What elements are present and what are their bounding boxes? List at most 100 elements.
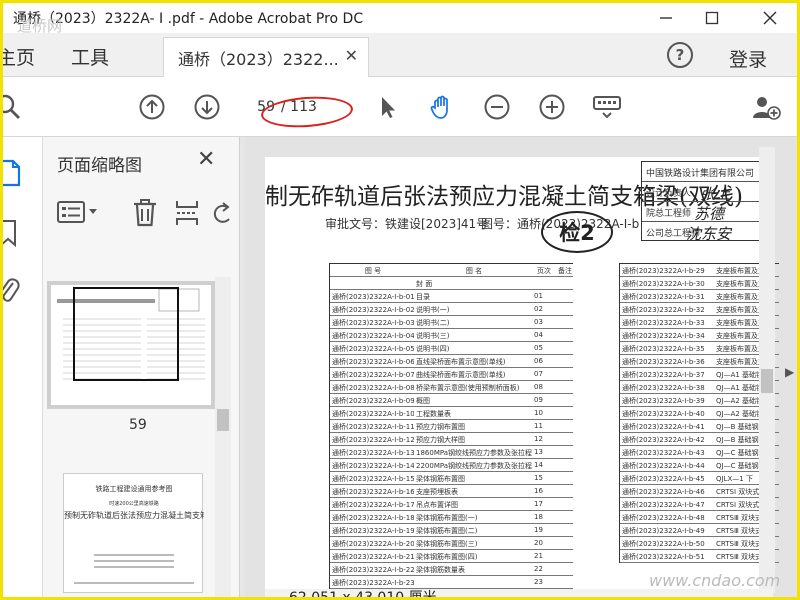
table-row: 通桥(2023)2322A-Ⅰ-b-08 桥梁布置示意图(使用预制桥面板) 08 (330, 381, 573, 394)
table-cell: 通桥(2023)2322A-Ⅰ-b-22 (332, 566, 414, 574)
table-cell: 说明书(二) (416, 319, 450, 327)
maximize-icon (705, 11, 719, 25)
table-cell: 通桥(2023)2322A-Ⅰ-b-32 (622, 306, 705, 314)
panel-scrollbar[interactable] (215, 277, 231, 597)
table-cell: 通桥(2023)2322A-Ⅰ-b-34 (622, 332, 705, 340)
zoom-in-icon[interactable] (539, 94, 565, 120)
table-row: 通桥(2023)2322A-Ⅰ-b-05 说明书(四) 05 (330, 342, 573, 355)
page-thumbnails-icon[interactable] (0, 159, 23, 187)
page-thumbnail-59[interactable] (47, 281, 215, 409)
thumbnail-page-number: 59 (129, 417, 147, 433)
table-cell: 页次 (537, 267, 551, 275)
table-cell: 14 (534, 461, 543, 469)
hand-tool-icon[interactable] (429, 94, 455, 120)
keyboard-icon[interactable] (593, 94, 621, 120)
maximize-button[interactable] (689, 3, 735, 33)
thumbnail-line-3: 预制无砟轨道后张法预应力混凝土简支箱梁(双线) (64, 511, 204, 520)
table-cell: 15 (534, 474, 543, 482)
thumbnail-line-1: 铁路工程建设通用参考图 (95, 485, 173, 493)
table-cell: 通桥(2023)2322A-Ⅰ-b-43 (622, 449, 705, 457)
table-cell: 通桥(2023)2322A-Ⅰ-b-08 (332, 384, 414, 392)
table-cell: 桥梁布置示意图(使用预制桥面板) (416, 384, 520, 392)
close-icon (763, 11, 777, 25)
table-row: 通桥(2023)2322A-Ⅰ-b-06 直线梁桥面布置示意图(单线) 06 (330, 355, 573, 368)
table-cell: 通桥(2023)2322A-Ⅰ-b-03 (332, 319, 414, 327)
table-row: 通桥(2023)2322A-Ⅰ-b-02 说明书(一) 02 (330, 303, 573, 316)
table-cell: 通桥(2023)2322A-Ⅰ-b-29 (622, 267, 705, 275)
table-cell: 通桥(2023)2322A-Ⅰ-b-16 (332, 488, 414, 496)
table-cell: 通桥(2023)2322A-Ⅰ-b-21 (332, 553, 414, 561)
help-button[interactable]: ? (667, 42, 693, 68)
table-row: 通桥(2023)2322A-Ⅰ-b-09 概图 09 (330, 394, 573, 407)
table-cell: 1860MPa钢绞线预应力参数及张拉程序表 (416, 449, 532, 457)
close-window-button[interactable] (747, 3, 793, 33)
table-row: 通桥(2023)2322A-Ⅰ-b-22 梁体钢筋数量表 22 (330, 563, 573, 576)
thumbnail-line-2: 时速200公里高速铁路 (109, 501, 159, 507)
table-cell: 19 (534, 526, 543, 534)
page-size-readout: 62.051 x 43.010 厘米 (289, 590, 437, 600)
thumbnail-options-icon[interactable] (57, 201, 101, 223)
table-row: 通桥(2023)2322A-Ⅰ-b-01 目录 01 (330, 290, 573, 303)
add-user-icon[interactable] (751, 94, 781, 120)
table-cell: 通桥(2023)2322A-Ⅰ-b-11 (332, 423, 414, 431)
zoom-out-icon[interactable] (484, 94, 510, 120)
table-cell: 直线梁桥面布置示意图(单线) (416, 358, 506, 366)
table-cell: 02 (534, 305, 543, 313)
table-cell: 通桥(2023)2322A-Ⅰ-b-51 (622, 553, 705, 561)
tab-document[interactable]: 通桥（2023）2322... ✕ (163, 37, 369, 77)
table-cell: 通桥(2023)2322A-Ⅰ-b-12 (332, 436, 414, 444)
table-cell: 通桥(2023)2322A-Ⅰ-b-45 (622, 475, 705, 483)
page-thumbnail-next[interactable]: 铁路工程建设通用参考图 时速200公里高速铁路 预制无砟轨道后张法预应力混凝土简… (63, 473, 204, 593)
close-tab-icon[interactable]: ✕ (345, 46, 358, 65)
close-panel-icon[interactable]: ✕ (197, 147, 215, 172)
next-page-icon[interactable] (194, 94, 220, 120)
attachment-icon[interactable] (0, 275, 21, 305)
search-icon[interactable] (0, 94, 21, 120)
table-cell: 通桥(2023)2322A-Ⅰ-b-33 (622, 319, 705, 327)
table-cell: 通桥(2023)2322A-Ⅰ-b-37 (622, 371, 705, 379)
table-cell: 梁体钢筋布置图(一) (416, 514, 478, 522)
minimize-button[interactable] (643, 3, 689, 33)
document-scrollbar[interactable] (759, 147, 775, 593)
thumbnail-view-rectangle[interactable] (73, 287, 179, 381)
rotate-page-icon[interactable] (213, 201, 233, 225)
thumbnail-text-block (74, 554, 194, 584)
document-scroll-thumb[interactable] (761, 369, 773, 393)
table-row: 通桥(2023)2322A-Ⅰ-b-38 QJ—A1 基础钢 (620, 381, 779, 394)
table-cell: 通桥(2023)2322A-Ⅰ-b-05 (332, 345, 414, 353)
table-row: 通桥(2023)2322A-Ⅰ-b-131860MPa钢绞线预应力参数及张拉程序… (330, 446, 573, 459)
table-cell: 11 (534, 422, 543, 430)
table-cell: 21 (534, 552, 543, 560)
table-cell: 通桥(2023)2322A-Ⅰ-b-01 (332, 293, 414, 301)
table-cell: 曲线梁桥面布置示意图(单线) (416, 371, 506, 379)
table-row: 通桥(2023)2322A-Ⅰ-b-12 预应力钢大样图 12 (330, 433, 573, 446)
toolbar: 59 / 113 (3, 77, 797, 137)
extract-page-icon[interactable] (175, 199, 199, 227)
table-row: 通桥(2023)2322A-Ⅰ-b-29 支座板布置及支 (620, 264, 779, 277)
select-cursor-icon[interactable] (375, 94, 401, 120)
previous-page-icon[interactable] (139, 94, 165, 120)
table-cell: 07 (534, 370, 543, 378)
table-cell: 01 (534, 292, 543, 300)
delete-page-icon[interactable] (133, 199, 157, 227)
role-chief-engineer: 院总工程师 (646, 209, 692, 219)
table-cell: 通桥(2023)2322A-Ⅰ-b-04 (332, 332, 414, 340)
table-row: 通桥(2023)2322A-Ⅰ-b-40 QJ—A2 基础钢 (620, 407, 779, 420)
table-cell: 通桥(2023)2322A-Ⅰ-b-47 (622, 501, 705, 509)
table-cell: 03 (534, 318, 543, 326)
table-row: 通桥(2023)2322A-Ⅰ-b-04 说明书(三) 04 (330, 329, 573, 342)
tab-home[interactable]: 主页 (3, 43, 35, 70)
table-cell: 通桥(2023)2322A-Ⅰ-b-42 (622, 436, 705, 444)
table-row: 通桥(2023)2322A-Ⅰ-b-03 说明书(二) 03 (330, 316, 573, 329)
login-button[interactable]: 登录 (729, 45, 767, 72)
table-cell: 概图 (416, 397, 430, 405)
table-row: 通桥(2023)2322A-Ⅰ-b-17 吊点布置详图 17 (330, 498, 573, 511)
bookmark-icon[interactable] (0, 219, 21, 247)
panel-scroll-thumb[interactable] (217, 409, 229, 431)
tab-tools[interactable]: 工具 (71, 43, 109, 70)
expand-right-arrow[interactable]: ▶ (785, 365, 794, 379)
table-row: 通桥(2023)2322A-Ⅰ-b-16 支座预埋板表 16 (330, 485, 573, 498)
table-cell: 通桥(2023)2322A-Ⅰ-b-17 (332, 501, 414, 509)
panel-title: 页面缩略图 (57, 156, 142, 176)
signature-1: 张上 (700, 185, 731, 203)
